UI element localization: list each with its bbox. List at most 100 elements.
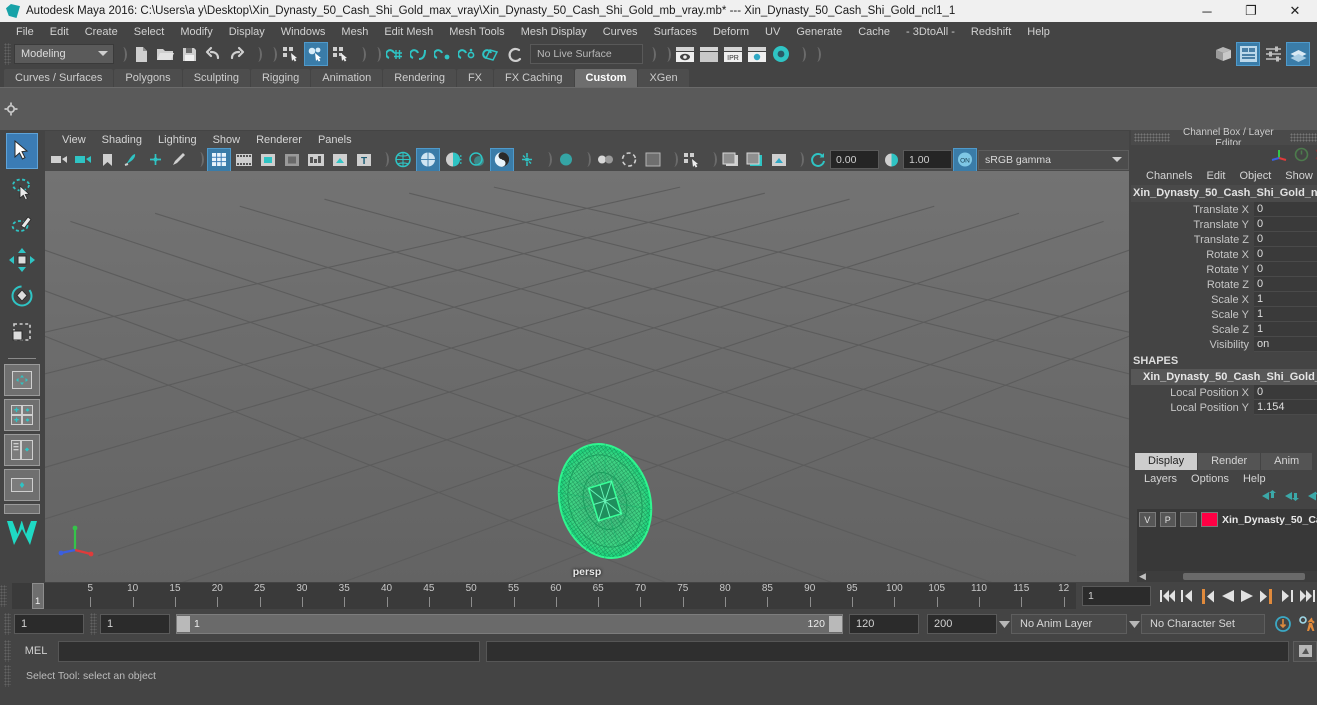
layer-editor-menu-options[interactable]: Options xyxy=(1184,473,1236,485)
snap-to-points-icon[interactable] xyxy=(432,43,454,65)
channel-box-menu-channels[interactable]: Channels xyxy=(1139,170,1199,182)
close-button[interactable]: ✕ xyxy=(1273,0,1317,22)
anim-layer-dropdown-arrow[interactable] xyxy=(997,620,1011,628)
playback-end-time-field[interactable]: 120 xyxy=(849,614,919,634)
new-scene-icon[interactable] xyxy=(130,43,152,65)
menu-mesh-tools[interactable]: Mesh Tools xyxy=(441,24,512,40)
select-by-object-type-icon[interactable] xyxy=(304,42,328,66)
grid-toggle-icon[interactable] xyxy=(207,147,231,172)
auto-keyframe-toggle-icon[interactable] xyxy=(1273,614,1293,634)
perspective-viewport[interactable]: persp xyxy=(45,171,1129,582)
channel-box-menu-show[interactable]: Show xyxy=(1278,170,1317,182)
menu-generate[interactable]: Generate xyxy=(788,24,850,40)
current-frame-field[interactable]: 1 xyxy=(1082,586,1151,606)
layer-name[interactable]: Xin_Dynasty_50_Cash_Sh xyxy=(1222,514,1317,526)
channel-attribute-row[interactable]: Rotate Z 0 xyxy=(1131,277,1317,292)
range-slider[interactable]: 1 120 xyxy=(176,614,843,634)
toolbar-grip[interactable] xyxy=(4,43,11,65)
layer-editor-tab-display[interactable]: Display xyxy=(1135,453,1198,470)
menu-uv[interactable]: UV xyxy=(757,24,788,40)
time-slider[interactable]: 1 5 10 15 20 25 30 35 40 45 50 55 60 65 70 75 80 85 90 95 1… xyxy=(12,583,1076,609)
command-line-grip[interactable] xyxy=(4,640,11,662)
menu-edit-mesh[interactable]: Edit Mesh xyxy=(376,24,441,40)
channel-attribute-value[interactable]: 0 xyxy=(1254,217,1317,232)
xray-active-components-icon[interactable] xyxy=(618,149,640,171)
color-management-dropdown[interactable]: sRGB gamma xyxy=(978,149,1129,170)
animation-preferences-icon[interactable] xyxy=(1297,614,1317,634)
current-time-indicator[interactable]: 1 xyxy=(32,583,44,609)
channel-attribute-value[interactable]: 1 xyxy=(1254,322,1317,337)
layer-shading-toggle[interactable] xyxy=(1180,512,1197,527)
menu-surfaces[interactable]: Surfaces xyxy=(646,24,705,40)
menu-display[interactable]: Display xyxy=(221,24,273,40)
shelf-tab-rendering[interactable]: Rendering xyxy=(383,69,456,87)
shape-attribute-row[interactable]: Local Position Y 1.154 xyxy=(1131,400,1317,415)
channel-attribute-value[interactable]: 0 xyxy=(1254,232,1317,247)
resolution-gate-icon[interactable] xyxy=(257,149,279,171)
add-new-layer-icon[interactable] xyxy=(1307,489,1317,505)
viewport-menu-shading[interactable]: Shading xyxy=(94,134,150,146)
film-gate-icon[interactable] xyxy=(233,149,255,171)
shape-attribute-value[interactable]: 0 xyxy=(1254,385,1317,400)
quick-layout-single-perspective[interactable] xyxy=(4,364,40,396)
channel-attribute-value[interactable]: 1 xyxy=(1254,307,1317,322)
channel-attribute-row[interactable]: Rotate X 0 xyxy=(1131,247,1317,262)
layer-editor-tab-anim[interactable]: Anim xyxy=(1261,453,1313,470)
show-hide-modeling-toolkit-icon[interactable] xyxy=(1212,43,1234,65)
panel-grip[interactable] xyxy=(1134,133,1170,142)
shelf-tab-fx-caching[interactable]: FX Caching xyxy=(494,69,574,87)
menu-curves[interactable]: Curves xyxy=(595,24,646,40)
layer-list-item[interactable]: VP Xin_Dynasty_50_Cash_Sh xyxy=(1137,509,1317,530)
step-forward-frame-button[interactable] xyxy=(1257,586,1277,606)
shelf-tab-xgen[interactable]: XGen xyxy=(638,69,689,87)
ambient-occlusion-icon[interactable] xyxy=(490,147,514,172)
quick-layout-outliner-persp[interactable] xyxy=(4,434,40,466)
channel-attribute-row[interactable]: Rotate Y 0 xyxy=(1131,262,1317,277)
isolate-select-icon[interactable] xyxy=(681,149,703,171)
motion-blur-icon[interactable] xyxy=(516,149,538,171)
select-camera-icon[interactable] xyxy=(48,149,70,171)
step-back-frame-button[interactable] xyxy=(1197,586,1217,606)
show-hide-channel-box-icon[interactable] xyxy=(1286,42,1310,66)
refresh-icon[interactable] xyxy=(807,149,829,171)
shelf-options-icon[interactable] xyxy=(0,88,22,130)
xray-mode-icon[interactable] xyxy=(555,149,577,171)
redo-icon[interactable] xyxy=(226,43,248,65)
character-set-dropdown-arrow[interactable] xyxy=(1127,620,1141,628)
layer-editor-tab-render[interactable]: Render xyxy=(1198,453,1261,470)
bookmark-icon[interactable] xyxy=(96,149,118,171)
exposure-toggle-icon[interactable] xyxy=(880,149,902,171)
grease-pencil-icon[interactable] xyxy=(168,149,190,171)
lasso-select-tool-button[interactable] xyxy=(7,171,37,205)
layer-editor-menu-layers[interactable]: Layers xyxy=(1137,473,1184,485)
move-tool-button[interactable] xyxy=(7,243,37,277)
channel-attribute-value[interactable]: on xyxy=(1254,337,1317,352)
channel-attribute-value[interactable]: 0 xyxy=(1254,277,1317,292)
move-layer-up-icon[interactable] xyxy=(1261,489,1278,505)
camera-frame-icon[interactable] xyxy=(329,149,351,171)
playback-start-time-field[interactable]: 1 xyxy=(100,614,170,634)
shelf-tab-custom[interactable]: Custom xyxy=(574,69,638,87)
gate-mask-icon[interactable] xyxy=(281,149,303,171)
ipr-render-icon[interactable]: IPR xyxy=(722,43,744,65)
open-scene-icon[interactable] xyxy=(154,43,176,65)
color-management-toggle-icon[interactable]: ON xyxy=(953,147,977,172)
render-settings-icon[interactable] xyxy=(746,43,768,65)
save-scene-icon[interactable] xyxy=(178,43,200,65)
anim-layer-field[interactable]: No Anim Layer xyxy=(1011,614,1127,634)
exposure-value-field[interactable]: 1.00 xyxy=(903,150,952,169)
scale-tool-button[interactable] xyxy=(7,315,37,349)
menu-file[interactable]: File xyxy=(8,24,42,40)
viewport-menu-show[interactable]: Show xyxy=(205,134,249,146)
menu-set-selector[interactable]: Modeling xyxy=(14,44,114,64)
menu-mesh-display[interactable]: Mesh Display xyxy=(513,24,595,40)
channel-attribute-value[interactable]: 0 xyxy=(1254,247,1317,262)
snap-to-curves-icon[interactable] xyxy=(408,43,430,65)
channel-attribute-row[interactable]: Scale Z 1 xyxy=(1131,322,1317,337)
animation-end-time-field[interactable]: 200 xyxy=(927,614,997,634)
go-to-end-button[interactable] xyxy=(1297,586,1317,606)
shelf-tab-curves-surfaces[interactable]: Curves / Surfaces xyxy=(4,69,114,87)
maya-bonus-icon[interactable] xyxy=(3,516,41,550)
menu-3dtoall[interactable]: - 3DtoAll - xyxy=(898,24,963,40)
layer-list-horizontal-scrollbar[interactable]: ◀ ▶ xyxy=(1137,571,1317,582)
